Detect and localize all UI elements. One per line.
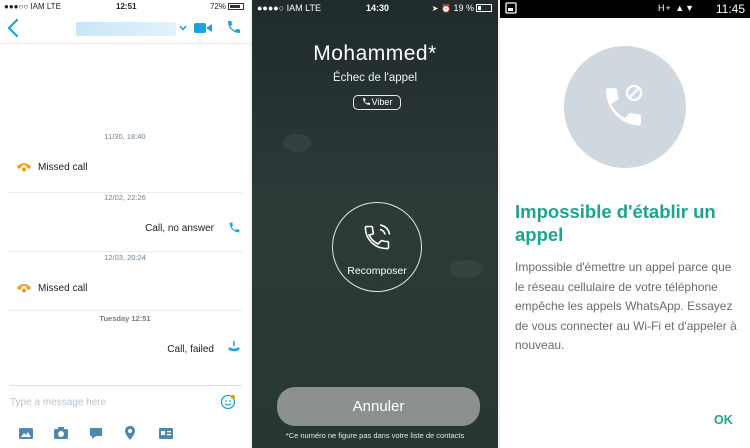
message-date: 12/02, 22:26	[104, 193, 146, 202]
divider	[8, 310, 242, 311]
whatsapp-screen: H+ ▲▼ 11:45 Impossible d'établir un appe…	[500, 0, 750, 448]
call-blocked-illustration	[564, 46, 686, 168]
message-date: 11/30, 18:40	[104, 132, 146, 141]
divider	[10, 385, 242, 386]
message-date: Tuesday 12:51	[99, 314, 151, 323]
redial-button[interactable]: Recomposer	[332, 202, 422, 292]
background-decoration	[449, 260, 483, 278]
media-gallery-icon[interactable]	[18, 425, 34, 441]
contact-name-redacted[interactable]	[76, 22, 176, 36]
redial-label: Recomposer	[347, 265, 407, 277]
alarm-icon: ⏰	[441, 4, 451, 13]
carrier-signal: ●●●○○ IAM LTE	[4, 2, 61, 11]
battery-percent: 72%	[209, 2, 226, 11]
cancel-button[interactable]: Annuler	[277, 387, 480, 426]
status-bar: ●●●○○ IAM LTE 12:51 72%	[0, 0, 250, 14]
battery-icon	[228, 3, 244, 10]
video-message-icon[interactable]	[88, 425, 104, 441]
viber-phone-icon	[362, 98, 370, 105]
status-time: 12:51	[116, 2, 137, 11]
battery-indicator: ➤ ⏰ 19 %	[432, 3, 492, 13]
network-indicators: H+ ▲▼	[658, 3, 696, 13]
call-log-entry: Missed call	[38, 283, 88, 294]
background-decoration	[283, 134, 311, 152]
viber-screen: ●●●●○ IAM LTE 14:30 ➤ ⏰ 19 % Mohammed* É…	[252, 0, 498, 448]
carrier-signal: ●●●●○ IAM LTE	[257, 3, 322, 13]
status-bar: H+ ▲▼ 11:45	[500, 0, 750, 18]
contact-name: Mohammed*	[313, 42, 437, 65]
message-date: 12/03, 20:24	[104, 253, 146, 262]
ok-button[interactable]: OK	[714, 413, 733, 427]
status-time: 11:45	[715, 2, 745, 16]
location-arrow-icon: ➤	[431, 4, 439, 13]
missed-call-icon	[17, 284, 31, 293]
divider	[8, 251, 242, 252]
call-log-entry: Call, no answer	[145, 223, 214, 234]
screenshot-notification-icon	[505, 2, 517, 14]
battery-percent: 19 %	[453, 3, 474, 13]
missed-call-icon	[17, 163, 31, 172]
battery-icon	[476, 4, 492, 12]
outgoing-call-icon	[229, 222, 240, 233]
camera-icon[interactable]	[53, 425, 69, 441]
message-input[interactable]: Type a message here	[10, 397, 106, 408]
viber-badge: Viber	[353, 95, 401, 110]
back-arrow-icon[interactable]	[6, 18, 22, 38]
call-status: Échec de l'appel	[332, 72, 418, 84]
emoji-icon[interactable]	[220, 394, 236, 410]
dialog-title: Impossible d'établir un appel	[515, 201, 716, 245]
chat-header	[0, 14, 250, 44]
contact-card-icon[interactable]	[158, 425, 174, 441]
call-log-entry: Missed call	[38, 162, 88, 173]
skype-screen: ●●●○○ IAM LTE 12:51 72% 11/30, 18:40 Mis…	[0, 0, 250, 448]
phone-blocked-icon	[606, 84, 643, 126]
footer-note: *Ce numéro ne figure pas dans votre list…	[285, 431, 465, 440]
viber-badge-label: Viber	[371, 97, 393, 107]
failed-call-icon	[228, 341, 240, 352]
chevron-down-icon[interactable]	[178, 23, 188, 33]
video-call-icon[interactable]	[193, 21, 213, 35]
status-time: 14:30	[366, 3, 390, 13]
call-log-entry: Call, failed	[167, 344, 214, 355]
dialog-message: Impossible d'émettre un appel parce que …	[515, 260, 737, 353]
phone-call-icon[interactable]	[226, 19, 242, 35]
location-icon[interactable]	[122, 425, 138, 441]
battery-indicator: 72%	[210, 2, 244, 11]
phone-redial-icon	[364, 224, 391, 250]
